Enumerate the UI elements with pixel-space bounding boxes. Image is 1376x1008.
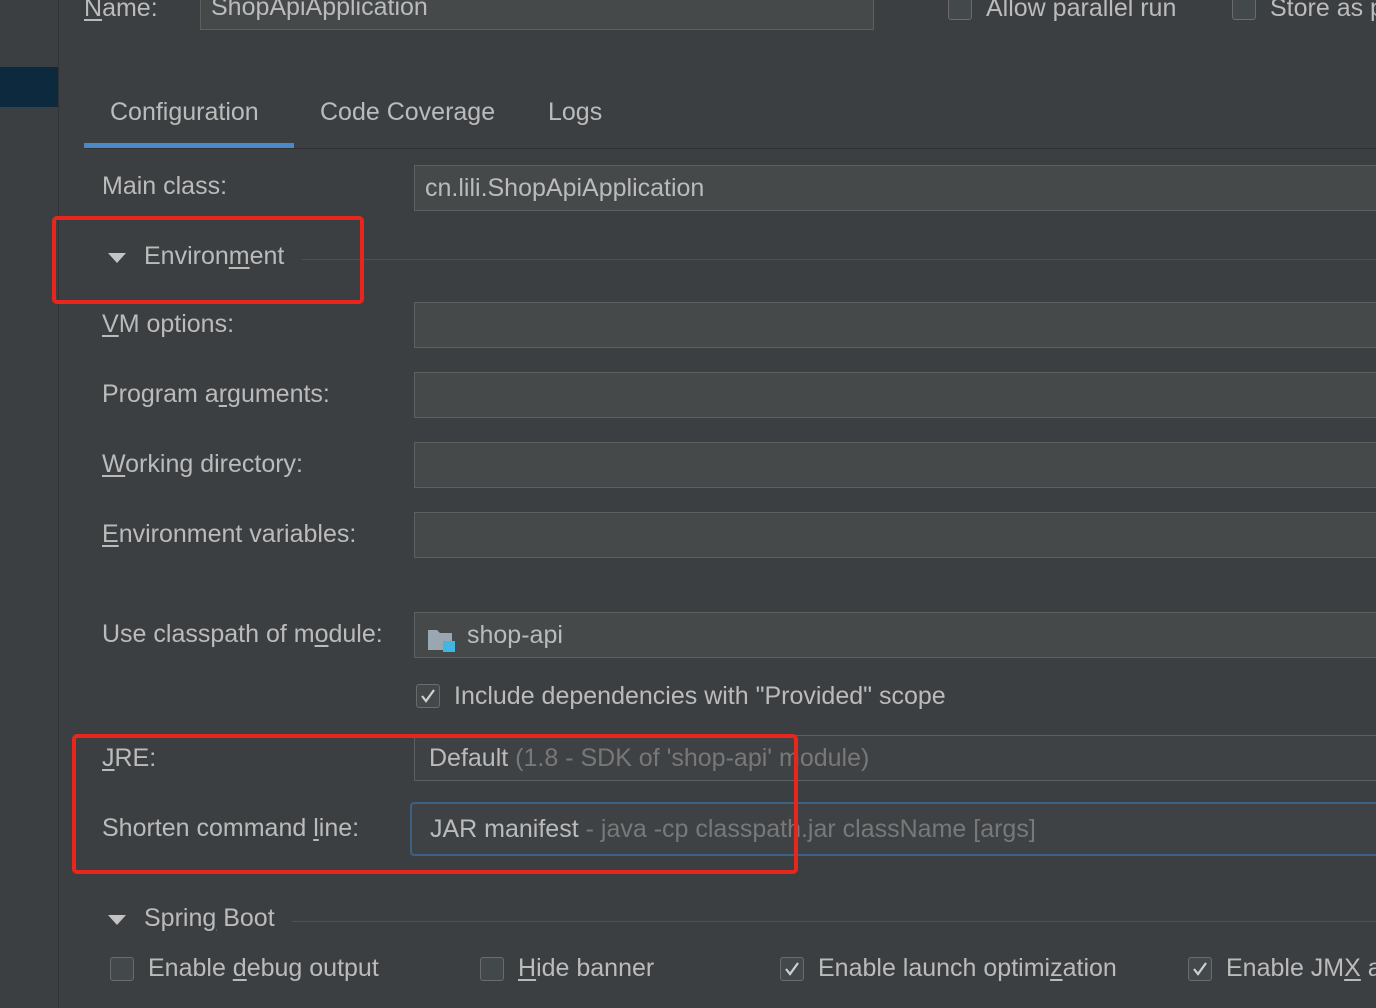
program-arguments-label: Program arguments:: [102, 380, 330, 408]
checkmark-icon: [421, 689, 435, 703]
spring-boot-divider: [292, 921, 1376, 922]
sidebar-selected-item[interactable]: [0, 67, 58, 107]
environment-divider: [302, 259, 1376, 260]
allow-parallel-run-label: Allow parallel run: [986, 0, 1177, 22]
enable-launch-optimization-label: Enable launch optimization: [818, 954, 1117, 982]
environment-variables-label: Environment variables:: [102, 520, 357, 548]
include-dependencies-label: Include dependencies with "Provided" sco…: [454, 682, 946, 710]
enable-jmx-checkbox[interactable]: [1188, 957, 1212, 981]
store-as-project-checkbox[interactable]: [1232, 0, 1256, 20]
tab-configuration[interactable]: Configuration: [110, 98, 259, 127]
working-directory-input[interactable]: [414, 442, 1376, 488]
enable-jmx-label: Enable JMX a: [1226, 954, 1376, 982]
working-directory-label: Working directory:: [102, 450, 304, 478]
include-dependencies-checkbox[interactable]: [416, 684, 440, 708]
vm-options-input[interactable]: [414, 302, 1376, 348]
module-select[interactable]: shop-api: [414, 612, 1376, 658]
left-sidebar: [0, 0, 59, 1008]
environment-variables-input[interactable]: [414, 512, 1376, 558]
store-as-project-label: Store as p: [1270, 0, 1376, 22]
checkmark-icon: [1193, 962, 1207, 976]
module-value: shop-api: [467, 621, 563, 649]
annotation-box-jre-shorten: [72, 734, 798, 874]
enable-debug-output-label: Enable debug output: [148, 954, 379, 982]
checkmark-icon: [785, 962, 799, 976]
hide-banner-label: Hide banner: [518, 954, 655, 982]
program-arguments-input[interactable]: [414, 372, 1376, 418]
hide-banner-checkbox[interactable]: [480, 957, 504, 981]
tab-logs[interactable]: Logs: [548, 98, 602, 127]
vm-options-label: VM options:: [102, 310, 235, 338]
tab-code-coverage[interactable]: Code Coverage: [320, 98, 495, 127]
enable-launch-optimization-checkbox[interactable]: [780, 957, 804, 981]
spring-boot-section-title: Spring Boot: [144, 904, 275, 932]
spring-boot-collapse-icon[interactable]: [108, 915, 126, 925]
enable-debug-output-checkbox[interactable]: [110, 957, 134, 981]
name-label: Name:: [84, 0, 158, 22]
tabs-divider: [84, 148, 1376, 149]
main-class-label: Main class:: [102, 172, 228, 200]
allow-parallel-run-checkbox[interactable]: [948, 0, 972, 20]
module-label: Use classpath of module:: [102, 620, 383, 648]
main-class-input[interactable]: cn.lili.ShopApiApplication: [414, 165, 1376, 211]
module-folder-icon: [427, 623, 457, 652]
name-input[interactable]: ShopApiApplication: [200, 0, 874, 30]
annotation-box-environment: [52, 216, 364, 304]
